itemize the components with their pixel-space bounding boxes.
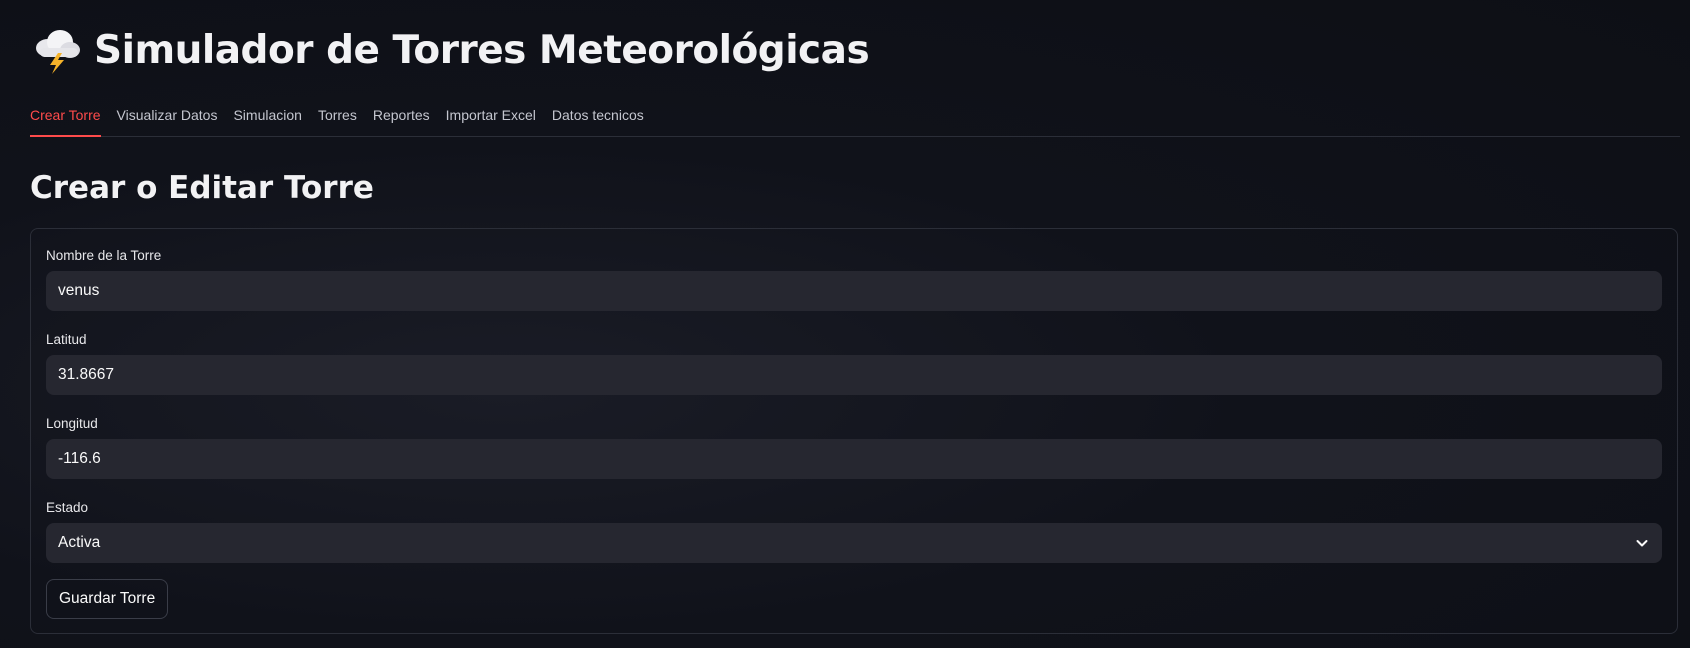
latitude-input[interactable] [58, 366, 1650, 384]
tab-visualizar-datos[interactable]: Visualizar Datos [117, 104, 218, 132]
state-selected-value: Activa [58, 534, 101, 551]
tower-name-field-container [46, 271, 1662, 311]
tab-bar: Crear Torre Visualizar Datos Simulacion … [30, 104, 1680, 137]
longitude-field-container [46, 439, 1662, 479]
save-tower-button[interactable]: Guardar Torre [46, 579, 169, 619]
cloud-lightning-icon [30, 26, 82, 74]
tab-simulacion[interactable]: Simulacion [233, 104, 301, 132]
tower-name-label: Nombre de la Torre [46, 248, 162, 263]
app-title-text: Simulador de Torres Meteorológicas [94, 27, 870, 73]
section-title: Crear o Editar Torre [30, 170, 374, 206]
longitude-label: Longitud [46, 416, 98, 431]
tab-crear-torre[interactable]: Crear Torre [30, 104, 101, 137]
tab-importar-excel[interactable]: Importar Excel [446, 104, 536, 132]
latitude-field-container [46, 355, 1662, 395]
page-title: Simulador de Torres Meteorológicas [30, 26, 870, 74]
state-label: Estado [46, 500, 89, 515]
tab-torres[interactable]: Torres [318, 104, 357, 132]
tower-name-input[interactable] [58, 282, 1650, 300]
chevron-down-icon [1634, 535, 1650, 551]
tab-reportes[interactable]: Reportes [373, 104, 430, 132]
state-select[interactable]: Activa [46, 523, 1662, 563]
longitude-input[interactable] [58, 450, 1650, 468]
tower-form: Nombre de la Torre Latitud Longitud Esta… [30, 228, 1678, 634]
latitude-label: Latitud [46, 332, 87, 347]
tab-datos-tecnicos[interactable]: Datos tecnicos [552, 104, 644, 132]
